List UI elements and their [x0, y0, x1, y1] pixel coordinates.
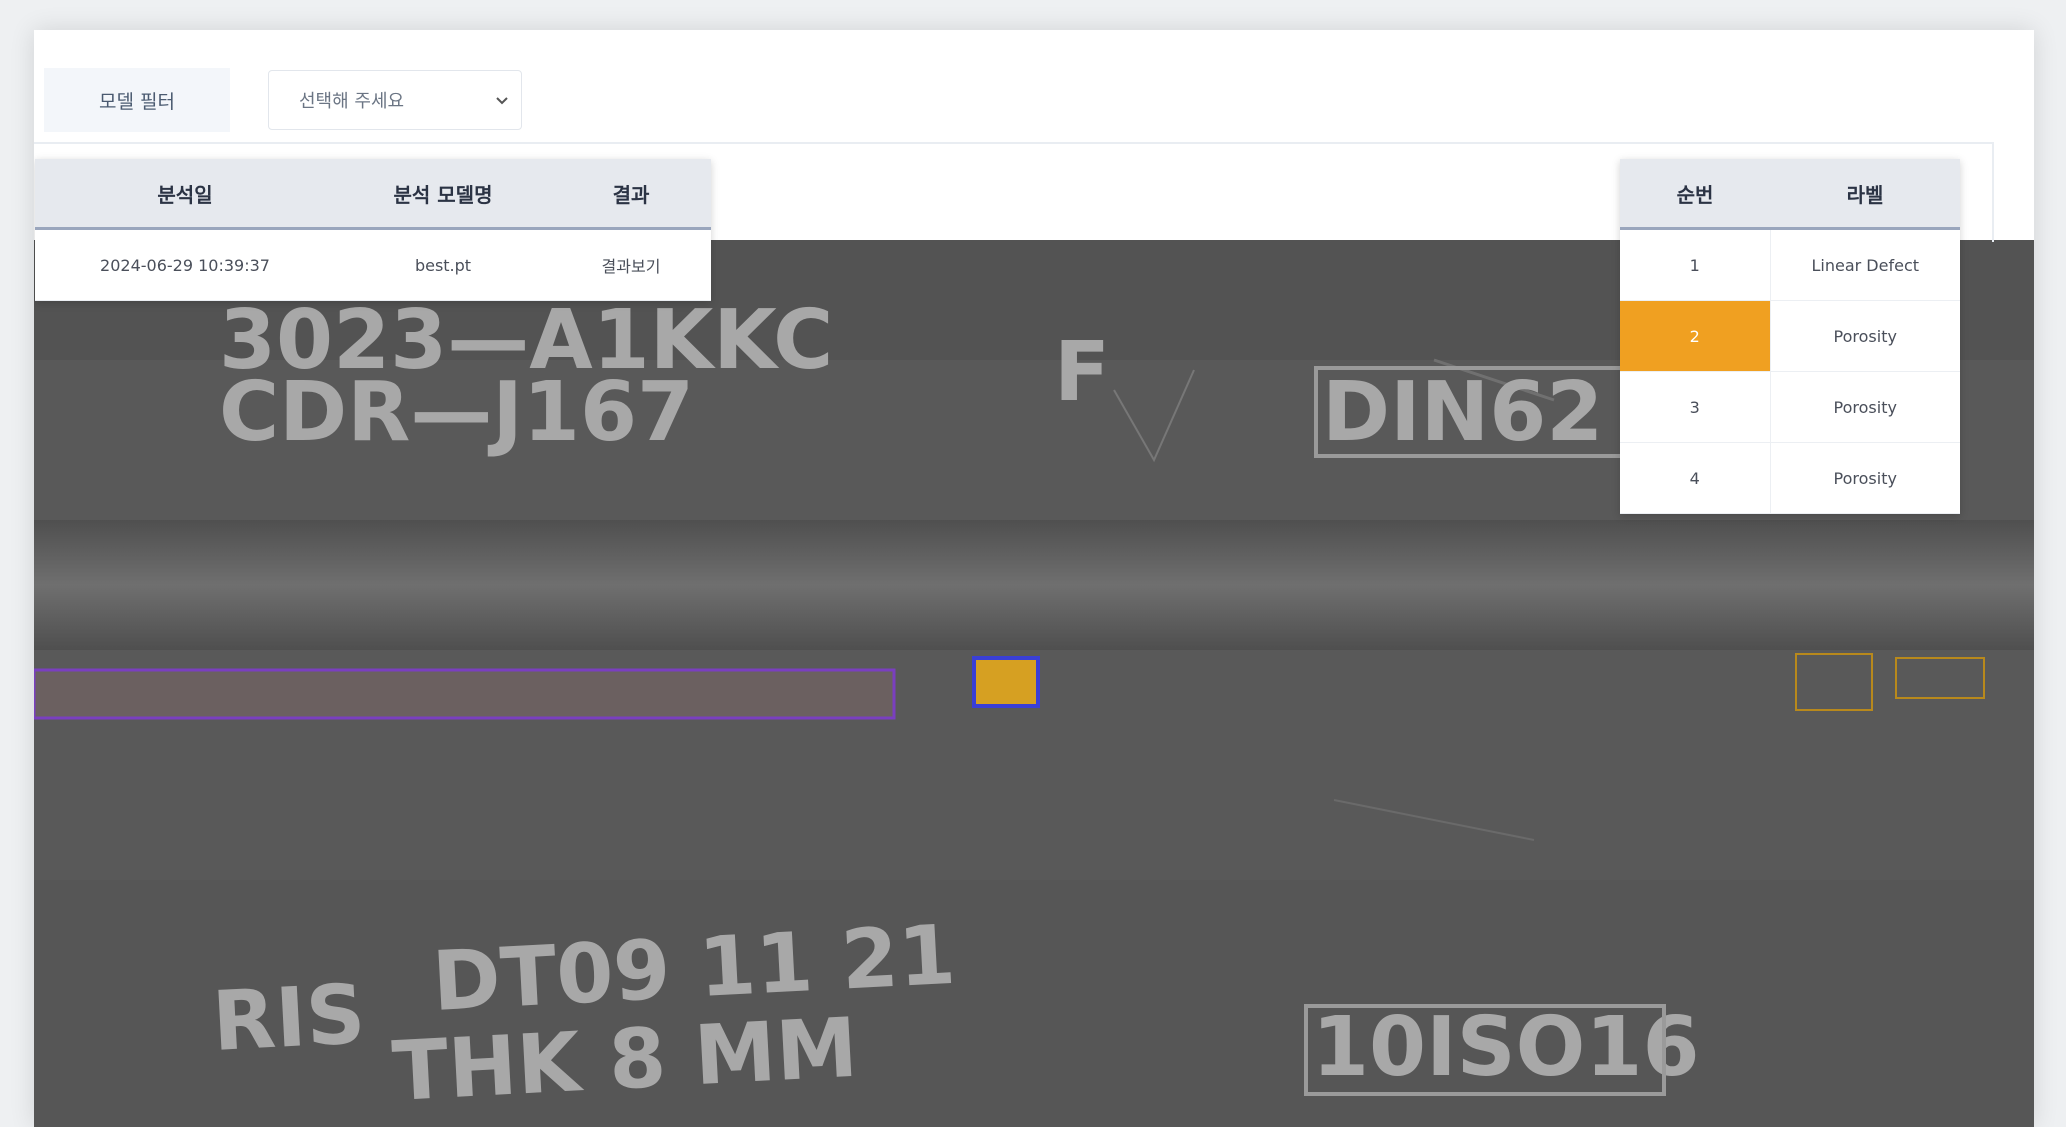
- label-row-1[interactable]: 1 Linear Defect: [1620, 228, 1960, 301]
- row-label: Porosity: [1770, 442, 1960, 514]
- row-label: Linear Defect: [1770, 228, 1960, 301]
- header-label: 라벨: [1770, 159, 1960, 230]
- row-num: 4: [1620, 442, 1771, 514]
- row-num: 2: [1620, 300, 1771, 372]
- row-num: 3: [1620, 371, 1771, 443]
- model-filter-label: 모델 필터: [44, 68, 230, 132]
- header-result: 결과: [551, 159, 711, 230]
- label-row-3[interactable]: 3 Porosity: [1620, 371, 1960, 443]
- porosity-box-selected[interactable]: [972, 656, 1040, 708]
- cell-model: best.pt: [335, 228, 551, 301]
- model-select[interactable]: 선택해 주세요: [268, 70, 522, 130]
- label-table: 순번 라벨 1 Linear Defect 2 Porosity 3 Poros…: [1620, 159, 1960, 514]
- row-num: 1: [1620, 228, 1771, 301]
- app-card: 3023—A1KKC CDR—J167 F DIN62 RIS DT09 11 …: [34, 30, 2034, 1127]
- marking-bottom-right: 10ISO16: [1312, 1000, 1700, 1095]
- marking-top-left-2: CDR—J167: [219, 365, 694, 460]
- row-label: Porosity: [1770, 300, 1960, 372]
- marking-bottom-left-1: RIS: [210, 967, 367, 1070]
- table-row[interactable]: 2024-06-29 10:39:37 best.pt 결과보기: [35, 228, 711, 301]
- label-row-4[interactable]: 4 Porosity: [1620, 442, 1960, 514]
- chevron-down-icon: [496, 97, 508, 105]
- row-label: Porosity: [1770, 371, 1960, 443]
- marking-top-center: F: [1054, 325, 1110, 420]
- cell-date: 2024-06-29 10:39:37: [35, 228, 335, 301]
- header-num: 순번: [1620, 159, 1770, 230]
- header-date: 분석일: [35, 159, 335, 230]
- label-row-2-selected[interactable]: 2 Porosity: [1620, 300, 1960, 372]
- header-model: 분석 모델명: [335, 159, 551, 230]
- view-result-link[interactable]: 결과보기: [551, 228, 711, 301]
- analysis-table: 분석일 분석 모델명 결과 2024-06-29 10:39:37 best.p…: [35, 159, 711, 301]
- model-select-value: 선택해 주세요: [299, 91, 405, 112]
- linear-defect-box[interactable]: [34, 668, 896, 720]
- toolbar-divider: [34, 142, 1994, 144]
- analysis-table-header: 분석일 분석 모델명 결과: [35, 159, 711, 230]
- label-table-header: 순번 라벨: [1620, 159, 1960, 230]
- marking-top-right: DIN62: [1322, 365, 1603, 460]
- panel-edge: [1992, 142, 1994, 242]
